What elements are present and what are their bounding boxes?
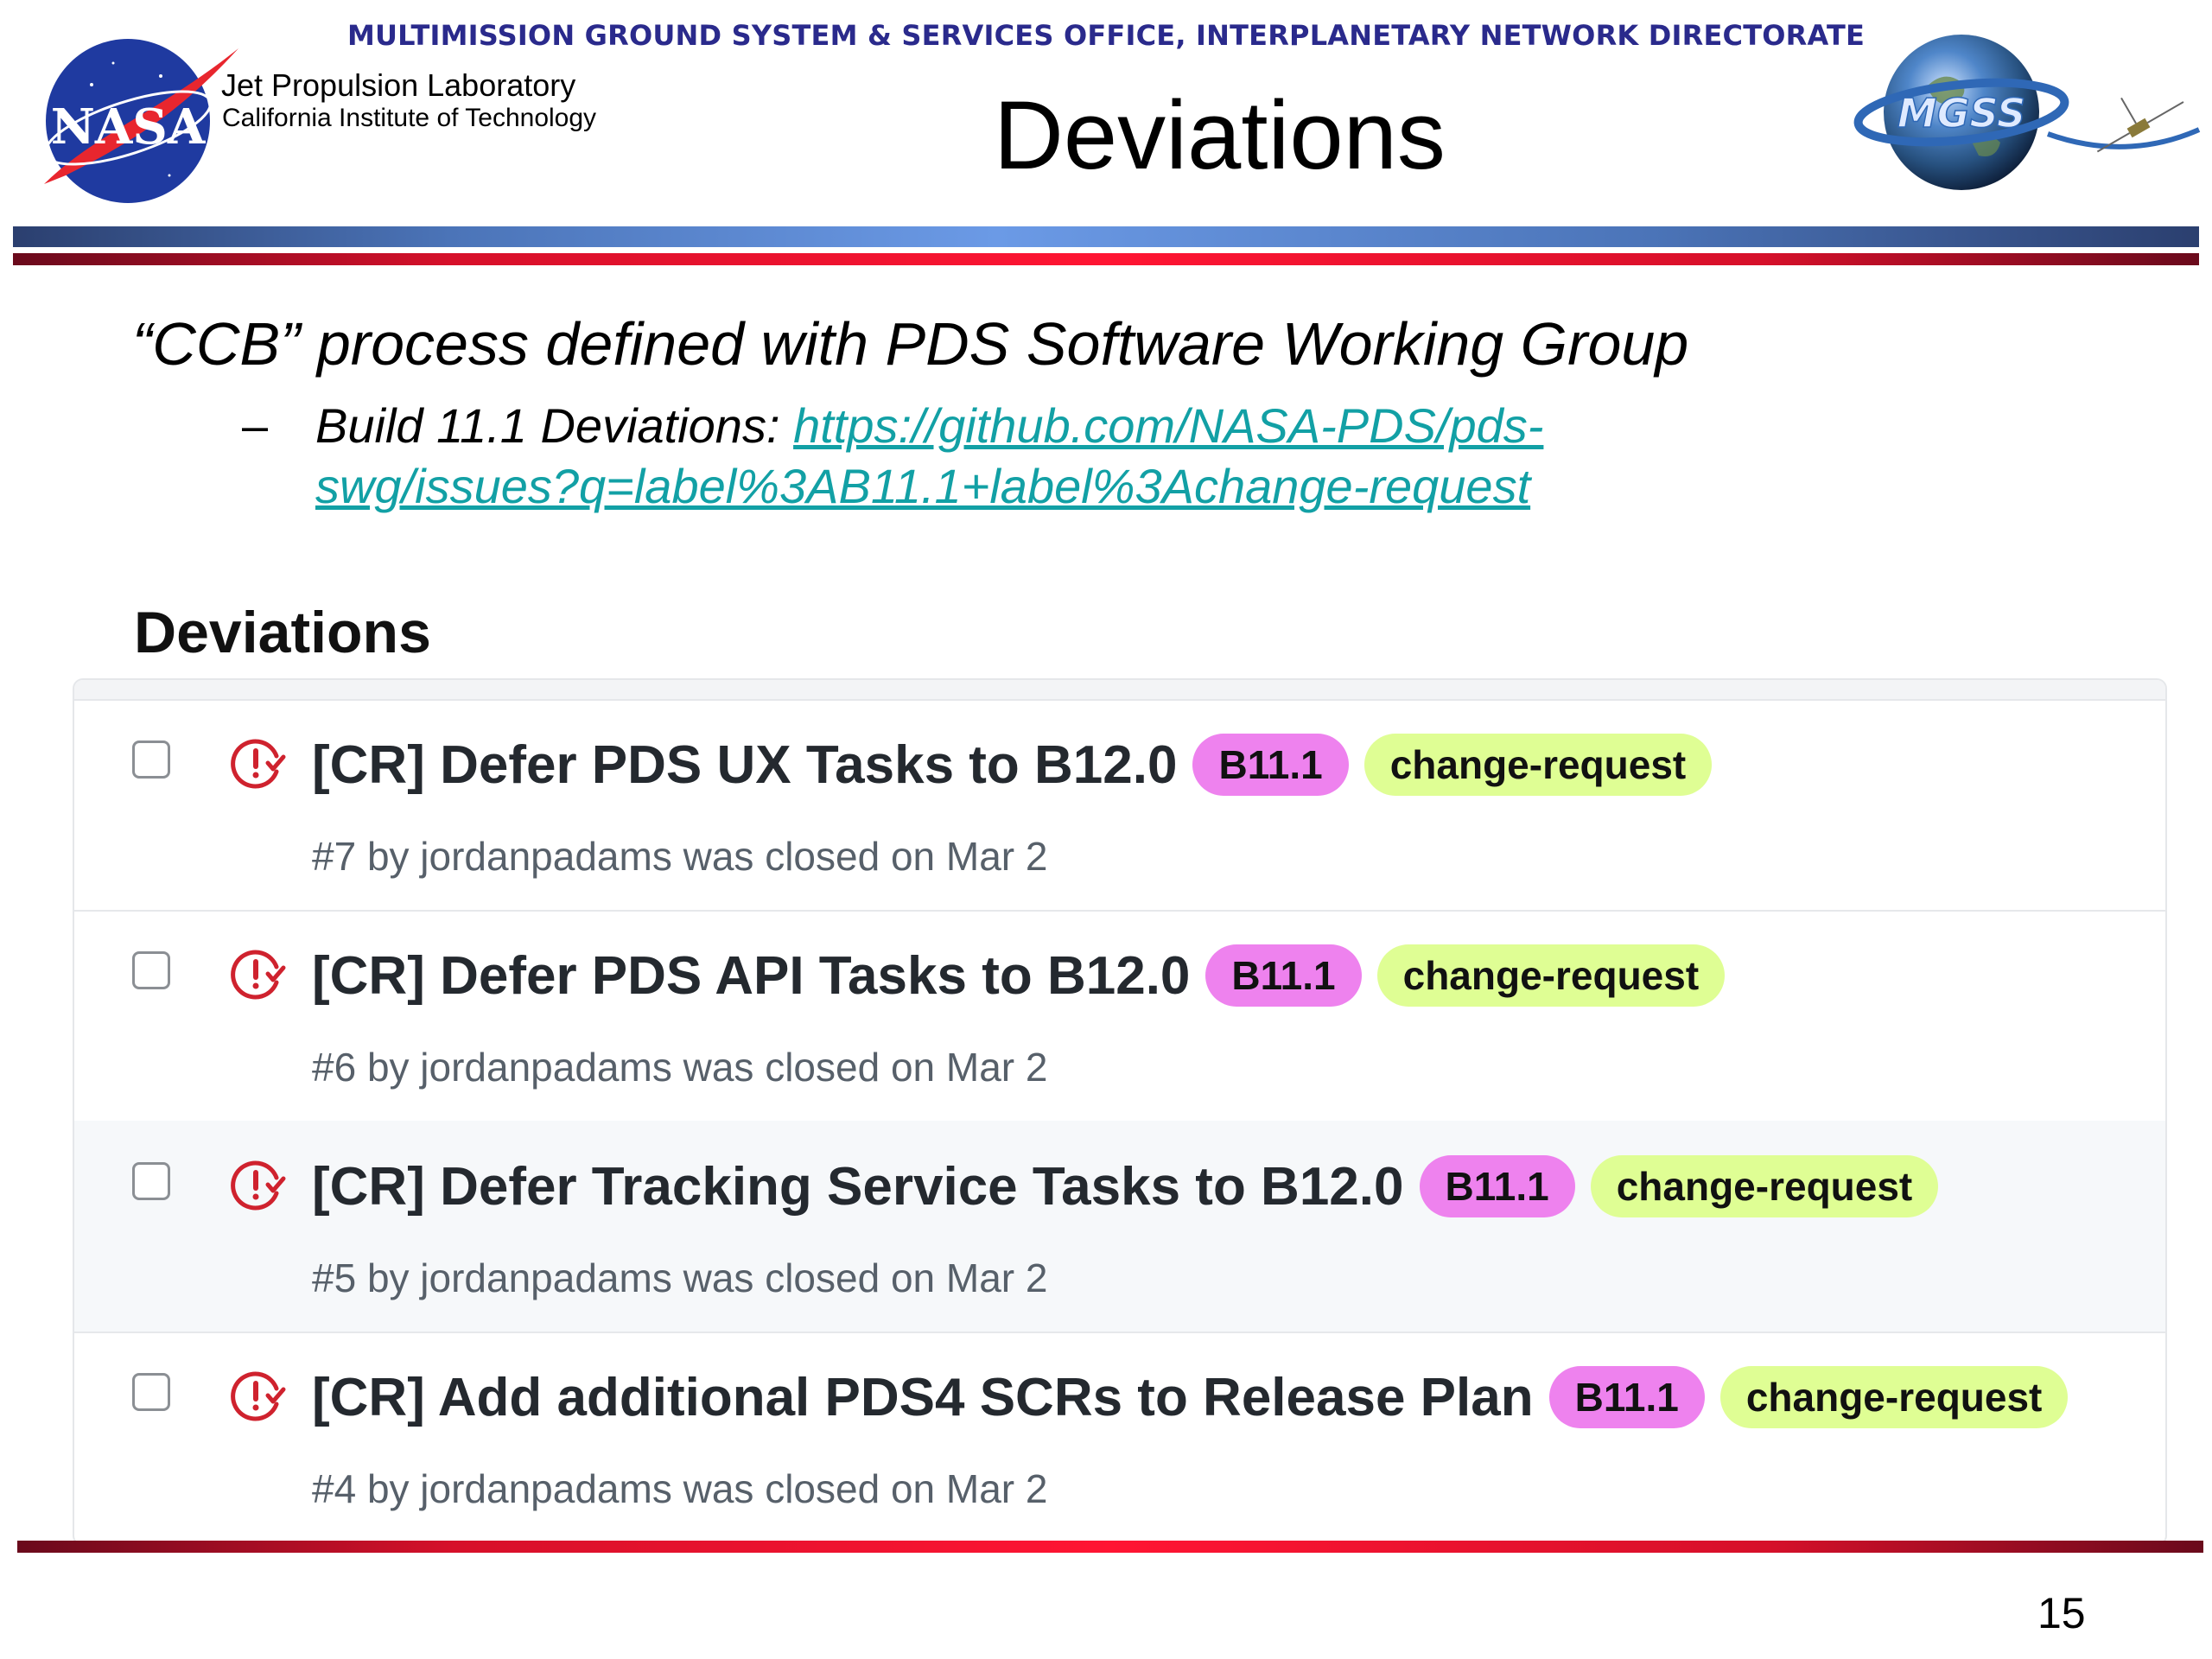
issue-meta: #7 by jordanpadams was closed on Mar 2 <box>312 834 1048 879</box>
issue-row[interactable]: [CR] Add additional PDS4 SCRs to Release… <box>74 1332 2165 1542</box>
issue-row[interactable]: [CR] Defer PDS UX Tasks to B12.0 B11.1 c… <box>74 699 2165 912</box>
bullet-dash: – <box>242 400 269 452</box>
header-red-bar <box>13 253 2199 265</box>
header-blue-bar <box>13 226 2199 247</box>
issue-row[interactable]: [CR] Defer Tracking Service Tasks to B12… <box>74 1121 2165 1333</box>
mgss-logo: MGSS <box>1853 35 2201 190</box>
issue-title-link[interactable]: [CR] Defer PDS API Tasks to B12.0 <box>312 945 1190 1007</box>
slide-title: Deviations <box>994 81 1446 189</box>
label-b111[interactable]: B11.1 <box>1205 944 1362 1007</box>
issue-title-row: [CR] Defer Tracking Service Tasks to B12… <box>312 1155 1939 1217</box>
issue-checkbox[interactable] <box>132 1162 170 1200</box>
issue-closed-icon <box>231 950 286 1000</box>
issue-closed-icon <box>231 1371 286 1421</box>
build-deviations-label: Build 11.1 Deviations: <box>315 398 794 453</box>
mgss-logo-text: MGSS <box>1897 90 2025 137</box>
issue-row[interactable]: [CR] Defer PDS API Tasks to B12.0 B11.1 … <box>74 910 2165 1122</box>
nasa-logo: NASA <box>43 39 238 203</box>
label-change-request[interactable]: change-request <box>1719 1366 2069 1428</box>
ccb-process-text: “CCB” process defined with PDS Software … <box>132 310 1689 378</box>
label-b111[interactable]: B11.1 <box>1548 1366 1705 1428</box>
issue-title-row: [CR] Defer PDS API Tasks to B12.0 B11.1 … <box>312 944 1726 1007</box>
build-deviations-line: Build 11.1 Deviations: https://github.co… <box>315 396 1629 517</box>
label-change-request[interactable]: change-request <box>1363 734 1713 796</box>
issue-meta: #4 by jordanpadams was closed on Mar 2 <box>312 1466 1048 1511</box>
issue-title-row: [CR] Add additional PDS4 SCRs to Release… <box>312 1366 2069 1428</box>
jpl-affiliation: California Institute of Technology <box>222 104 597 132</box>
panel-top-strip <box>74 680 2165 701</box>
issue-checkbox[interactable] <box>132 1373 170 1411</box>
issue-title-link[interactable]: [CR] Defer Tracking Service Tasks to B12… <box>312 1156 1404 1217</box>
nasa-logo-text: NASA <box>51 99 207 156</box>
issue-meta: #5 by jordanpadams was closed on Mar 2 <box>312 1255 1048 1300</box>
issue-title-link[interactable]: [CR] Defer PDS UX Tasks to B12.0 <box>312 734 1177 796</box>
label-b111[interactable]: B11.1 <box>1192 734 1349 796</box>
issue-closed-icon <box>231 739 286 789</box>
issue-title-row: [CR] Defer PDS UX Tasks to B12.0 B11.1 c… <box>312 734 1713 796</box>
jpl-name: Jet Propulsion Laboratory <box>221 67 576 103</box>
label-b111[interactable]: B11.1 <box>1419 1155 1575 1217</box>
issue-closed-icon <box>231 1160 286 1211</box>
deviations-heading: Deviations <box>134 600 431 665</box>
issue-list-panel: [CR] Defer PDS UX Tasks to B12.0 B11.1 c… <box>73 678 2167 1546</box>
issue-checkbox[interactable] <box>132 741 170 779</box>
issue-title-link[interactable]: [CR] Add additional PDS4 SCRs to Release… <box>312 1367 1534 1428</box>
issue-checkbox[interactable] <box>132 951 170 989</box>
label-change-request[interactable]: change-request <box>1376 944 1726 1007</box>
page-number: 15 <box>2037 1589 2086 1637</box>
footer-red-bar <box>17 1541 2203 1553</box>
label-change-request[interactable]: change-request <box>1590 1155 1939 1217</box>
issue-meta: #6 by jordanpadams was closed on Mar 2 <box>312 1045 1048 1090</box>
